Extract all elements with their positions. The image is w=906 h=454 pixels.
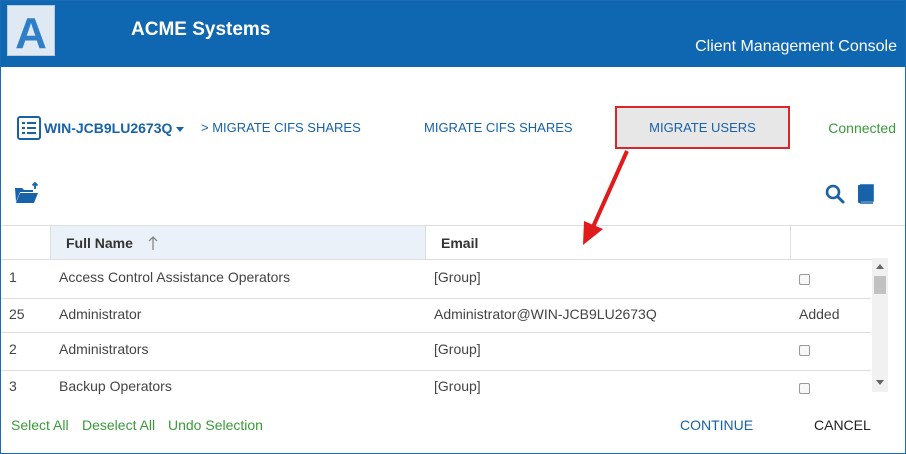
scroll-down-arrow-icon[interactable] bbox=[876, 380, 884, 385]
nav-migrate-users-label: MIGRATE USERS bbox=[649, 120, 756, 135]
acme-logo: A bbox=[7, 5, 55, 56]
folder-upload-icon[interactable] bbox=[14, 181, 40, 209]
table-row[interactable]: 25 Administrator Administrator@WIN-JCB9L… bbox=[1, 299, 871, 333]
deselect-all-link[interactable]: Deselect All bbox=[82, 417, 155, 433]
column-header-full-name[interactable]: Full Name bbox=[50, 226, 426, 259]
column-header-email[interactable]: Email bbox=[426, 226, 791, 259]
row-full-name: Access Control Assistance Operators bbox=[59, 269, 291, 285]
row-email: [Group] bbox=[434, 269, 481, 285]
server-name-label: WIN-JCB9LU2673Q bbox=[44, 120, 173, 136]
row-checkbox[interactable] bbox=[799, 383, 810, 394]
row-full-name: Administrator bbox=[59, 306, 142, 322]
server-list-icon[interactable] bbox=[17, 116, 41, 145]
scroll-up-arrow-icon[interactable] bbox=[876, 264, 884, 269]
sort-ascending-icon bbox=[148, 235, 158, 256]
app-window: A ACME Systems Client Management Console… bbox=[0, 0, 906, 454]
server-selector[interactable]: WIN-JCB9LU2673Q bbox=[44, 120, 185, 136]
cancel-button[interactable]: CANCEL bbox=[814, 417, 871, 433]
table-row[interactable]: 1 Access Control Assistance Operators [G… bbox=[1, 260, 871, 299]
row-number: 2 bbox=[9, 341, 17, 357]
continue-button[interactable]: CONTINUE bbox=[680, 417, 753, 433]
console-title: Client Management Console bbox=[695, 38, 897, 55]
nav-migrate-cifs-shares[interactable]: MIGRATE CIFS SHARES bbox=[424, 120, 573, 135]
users-table: Full Name Email 1 Access Control Assista… bbox=[1, 225, 905, 394]
row-number: 1 bbox=[9, 269, 17, 285]
book-icon[interactable] bbox=[857, 184, 875, 209]
row-number: 3 bbox=[9, 378, 17, 394]
header-bar: A ACME Systems Client Management Console bbox=[1, 1, 905, 67]
row-status: Added bbox=[799, 306, 840, 322]
scroll-thumb[interactable] bbox=[874, 276, 886, 294]
svg-text:A: A bbox=[15, 9, 47, 55]
column-label: Email bbox=[441, 235, 479, 251]
app-name: ACME Systems bbox=[131, 19, 271, 40]
undo-selection-link[interactable]: Undo Selection bbox=[168, 417, 263, 433]
row-checkbox[interactable] bbox=[799, 345, 810, 356]
select-all-link[interactable]: Select All bbox=[11, 417, 69, 433]
search-icon[interactable] bbox=[825, 184, 845, 209]
row-email: [Group] bbox=[434, 378, 481, 394]
table-row[interactable]: 2 Administrators [Group] bbox=[1, 333, 871, 371]
row-checkbox[interactable] bbox=[799, 274, 810, 285]
row-email: Administrator@WIN-JCB9LU2673Q bbox=[434, 306, 657, 322]
row-full-name: Administrators bbox=[59, 341, 149, 357]
breadcrumb[interactable]: > MIGRATE CIFS SHARES bbox=[201, 120, 361, 135]
chevron-down-icon bbox=[176, 126, 185, 132]
connection-status: Connected bbox=[828, 120, 896, 136]
table-row[interactable]: 3 Backup Operators [Group] bbox=[1, 371, 871, 394]
column-label: Full Name bbox=[66, 235, 133, 251]
nav-migrate-users[interactable]: MIGRATE USERS bbox=[615, 106, 790, 149]
row-full-name: Backup Operators bbox=[59, 378, 172, 394]
row-number: 25 bbox=[9, 306, 25, 322]
row-email: [Group] bbox=[434, 341, 481, 357]
table-scrollbar[interactable] bbox=[872, 258, 888, 392]
table-header: Full Name Email bbox=[1, 226, 888, 260]
